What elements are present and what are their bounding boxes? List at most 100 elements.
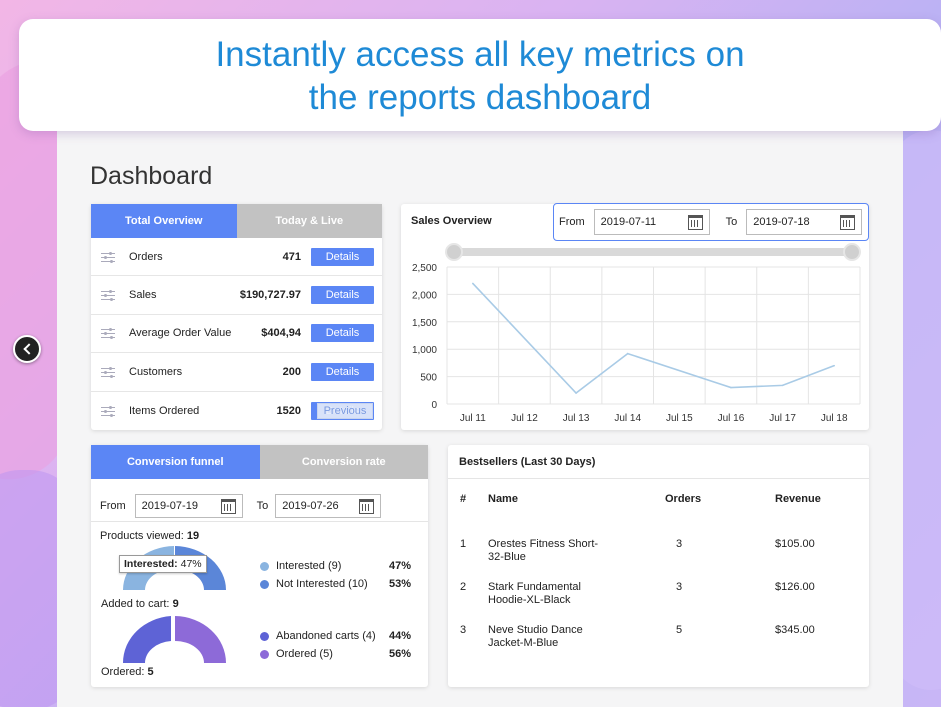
sliders-icon xyxy=(101,289,115,302)
overview-row-label: Average Order Value xyxy=(129,327,232,340)
col-header-num: # xyxy=(460,493,467,505)
sliders-icon xyxy=(101,366,115,378)
tab-today-live[interactable]: Today & Live xyxy=(236,204,382,238)
ordered-segment xyxy=(175,616,227,663)
details-button[interactable]: Details xyxy=(311,362,374,381)
overview-row: Average Order Value $404,94 Details xyxy=(91,315,382,354)
y-tick-label: 1,500 xyxy=(412,318,437,329)
sales-data-point xyxy=(730,386,732,389)
sales-data-point xyxy=(575,392,577,394)
legend-label: Interested (9) xyxy=(276,560,342,572)
legend-pct: 56% xyxy=(389,648,412,660)
product-name-line2: Jacket-M-Blue xyxy=(488,637,559,649)
previous-tooltip: Previous xyxy=(317,403,373,419)
sales-data-point xyxy=(833,364,835,367)
product-revenue: $105.00 xyxy=(775,538,815,550)
added-to-cart: Added to cart: 9 xyxy=(101,598,179,610)
overview-row-value: $190,727.97 xyxy=(239,289,301,302)
overview-row-label: Sales xyxy=(129,289,157,302)
y-tick-label: 2,000 xyxy=(412,290,437,301)
sales-data-point xyxy=(781,384,784,387)
interested-tooltip: Interested: 47% xyxy=(119,555,207,573)
x-tick-label: Jul 18 xyxy=(821,413,848,424)
page-title: Dashboard xyxy=(90,162,213,190)
overview-row: Orders 471 Details xyxy=(91,238,382,277)
tooltip-label: Interested: xyxy=(124,558,178,570)
conversion-card: Conversion funnel Conversion rate From 2… xyxy=(91,445,428,687)
tooltip-value: 47% xyxy=(180,558,202,570)
overview-row: Sales $190,727.97 Details xyxy=(91,276,382,315)
product-name[interactable]: Neve Studio Dance Jacket-M-Blue xyxy=(488,624,583,650)
y-tick-label: 1,000 xyxy=(412,345,437,356)
overview-row-value: 200 xyxy=(282,365,301,378)
overview-row-value: 471 xyxy=(282,250,301,263)
legend-dot xyxy=(260,579,269,589)
tab-total-overview[interactable]: Total Overview xyxy=(91,204,237,238)
x-tick-label: Jul 17 xyxy=(769,413,796,424)
legend-not-interested: Not Interested (10) xyxy=(260,578,368,590)
legend-pct: 47% xyxy=(389,560,412,572)
sales-line-chart: 0 500 1,000 1,500 2,000 2,500 Jul 11 Jul 12 Jul … xyxy=(412,243,861,424)
product-revenue: $345.00 xyxy=(775,624,815,636)
overview-row-value: $404,94 xyxy=(261,327,301,340)
details-button[interactable]: Details xyxy=(311,286,374,305)
x-tick-label: Jul 11 xyxy=(460,413,486,424)
sales-overview-card: Sales Overview From 2019-07-11 To 2019-0… xyxy=(401,203,869,430)
legend-abandoned-carts: Abandoned carts (4) xyxy=(260,630,376,642)
product-name-line2: Hoodie-XL-Black xyxy=(488,594,571,606)
legend-interested: Interested (9) xyxy=(260,560,341,572)
overview-card: Total Overview Today & Live Orders 471 Det… xyxy=(91,204,382,430)
legend-label: Ordered (5) xyxy=(276,648,333,660)
headline-banner: Instantly access all key metrics on the … xyxy=(19,19,941,131)
y-tick-label: 0 xyxy=(431,400,437,411)
product-name[interactable]: Stark Fundamental Hoodie-XL-Black xyxy=(488,581,581,607)
x-tick-label: Jul 13 xyxy=(563,413,590,424)
ordered-count: Ordered: 5 xyxy=(101,666,154,678)
product-revenue: $126.00 xyxy=(775,581,815,593)
bestsellers-card: Bestsellers (Last 30 Days) # Name Orders… xyxy=(448,445,869,687)
product-name-line1: Neve Studio Dance xyxy=(488,624,583,636)
legend-dot xyxy=(260,631,269,641)
range-slider-track xyxy=(453,248,853,256)
headline-line-2: the reports dashboard xyxy=(308,78,652,117)
product-orders: 5 xyxy=(676,624,683,636)
sliders-icon xyxy=(101,251,115,263)
product-name[interactable]: Orestes Fitness Short- 32-Blue xyxy=(488,538,598,564)
legend-dot xyxy=(260,649,269,659)
headline-line-1: Instantly access all key metrics on xyxy=(215,35,745,74)
legend-label: Not Interested (10) xyxy=(276,578,368,590)
overview-row-label: Customers xyxy=(129,365,183,378)
legend-pct: 44% xyxy=(389,630,412,642)
details-button[interactable]: Details xyxy=(311,324,374,343)
col-header-orders: Orders xyxy=(665,493,702,505)
sales-data-point xyxy=(472,282,474,285)
sliders-icon xyxy=(101,327,115,340)
col-header-revenue: Revenue xyxy=(775,493,821,505)
legend-dot xyxy=(260,561,269,571)
col-header-name: Name xyxy=(488,493,518,505)
overview-row-value: 1520 xyxy=(276,404,301,417)
row-number: 1 xyxy=(460,538,467,550)
range-slider-handle-left xyxy=(445,243,463,261)
x-tick-label: Jul 16 xyxy=(718,413,745,424)
details-button[interactable]: Details xyxy=(311,247,374,266)
bestsellers-title: Bestsellers (Last 30 Days) xyxy=(459,456,596,468)
overview-row-label: Items Ordered xyxy=(129,404,200,417)
sliders-icon xyxy=(101,405,115,417)
product-name-line2: 32-Blue xyxy=(488,551,526,563)
overview-row: Customers 200 Details xyxy=(91,353,382,392)
ordered-label: Ordered: xyxy=(101,666,145,678)
legend-pct: 53% xyxy=(389,578,412,590)
x-tick-label: Jul 14 xyxy=(614,413,641,424)
x-tick-label: Jul 15 xyxy=(666,413,693,424)
x-tick-label: Jul 12 xyxy=(511,413,538,424)
row-number: 3 xyxy=(460,624,467,636)
product-name-line1: Stark Fundamental xyxy=(488,581,581,593)
product-orders: 3 xyxy=(676,581,683,593)
previous-arrow-button[interactable] xyxy=(13,335,41,363)
legend-ordered: Ordered (5) xyxy=(260,648,333,660)
divider xyxy=(448,478,869,479)
product-name-line1: Orestes Fitness Short- xyxy=(488,538,599,550)
row-number: 2 xyxy=(460,581,467,593)
added-to-cart-value: 9 xyxy=(172,598,179,610)
